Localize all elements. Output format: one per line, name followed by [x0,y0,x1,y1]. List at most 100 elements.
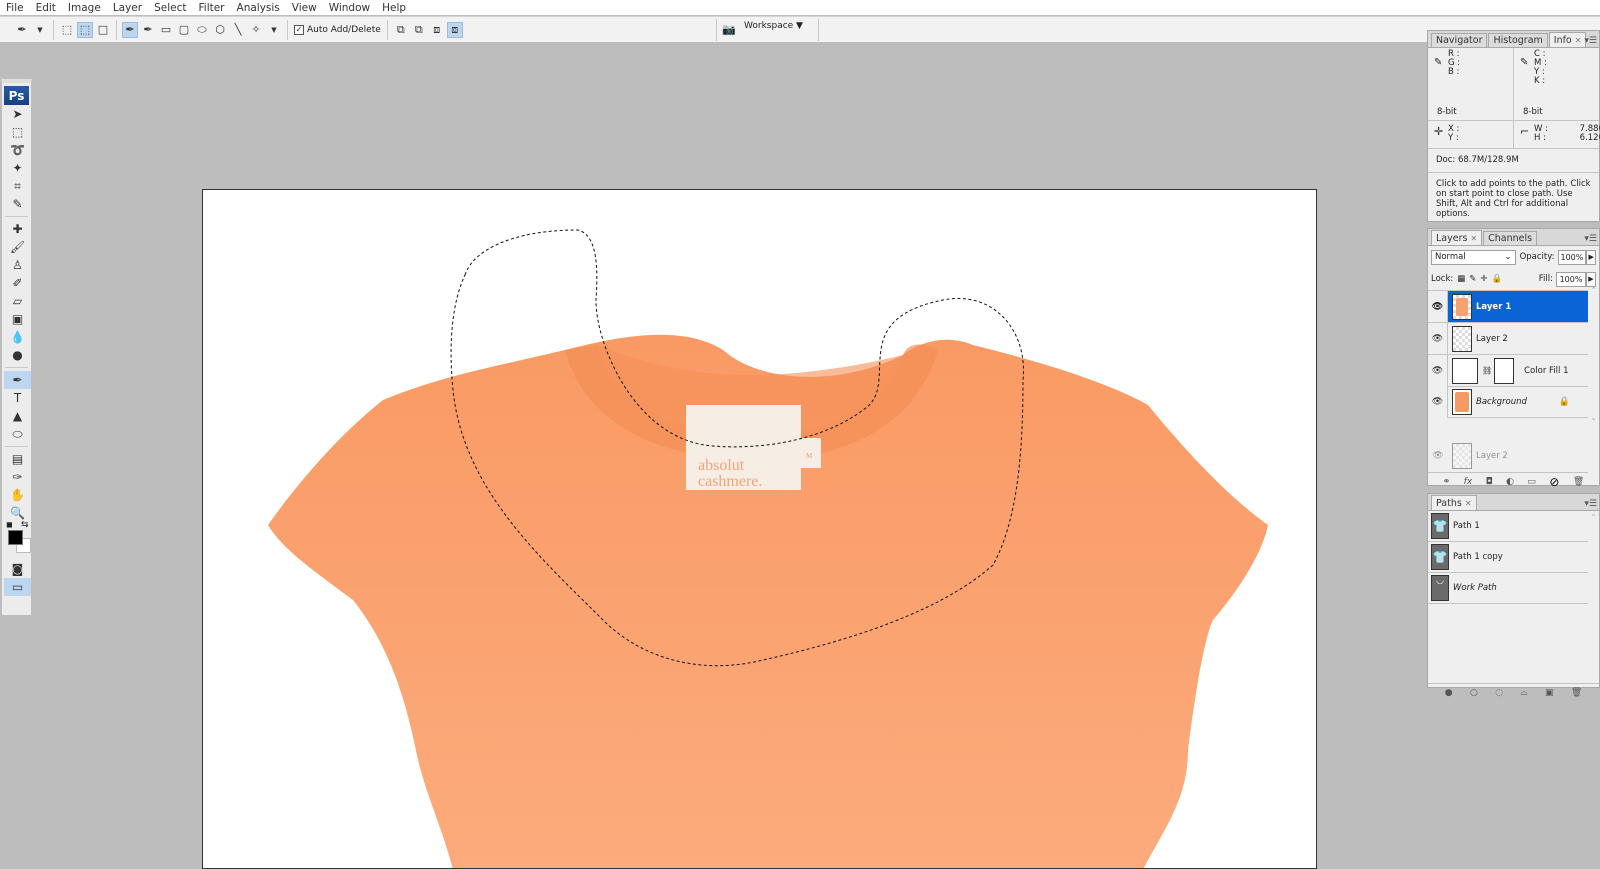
menu-select[interactable]: Select [148,2,192,14]
magic-wand-tool-icon[interactable]: ✦ [4,159,31,177]
opacity-input[interactable]: 100% [1557,249,1587,265]
shape-layers-icon[interactable]: ⬚ [59,22,75,38]
healing-brush-tool-icon[interactable]: ✚ [4,220,31,238]
bridge-icon[interactable]: 📷 [722,23,736,36]
layer-row-color-fill-1[interactable]: 👁 ⛓ Color Fill 1 [1428,354,1588,387]
workspace-button[interactable]: Workspace ▼ [744,21,803,31]
close-icon[interactable]: ✕ [1575,36,1582,45]
polygon-icon[interactable]: ⬡ [212,22,228,38]
crop-tool-icon[interactable]: ⌗ [4,177,31,195]
add-to-path-area-icon[interactable]: ⧉ [393,22,409,38]
menu-analysis[interactable]: Analysis [231,2,286,14]
adjustment-layer-icon[interactable]: ◐ [1506,477,1514,487]
blur-tool-icon[interactable]: 💧 [4,328,31,346]
load-as-selection-icon[interactable]: ◌ [1495,688,1503,698]
menu-view[interactable]: View [286,2,323,14]
add-mask-icon[interactable]: ◘ [1486,477,1493,487]
panel-menu-icon[interactable]: ▾☰ [1584,499,1597,509]
lock-all-icon[interactable]: 🔒 [1492,274,1503,284]
fill-slider-button[interactable]: ▶ [1586,271,1596,287]
new-group-icon[interactable]: ▭ [1527,477,1536,487]
line-icon[interactable]: ╲ [230,22,246,38]
photoshop-logo[interactable]: Ps [4,86,29,105]
menu-layer[interactable]: Layer [107,2,148,14]
lock-position-icon[interactable]: ✛ [1480,274,1487,284]
tab-layers[interactable]: Layers ✕ [1431,230,1483,245]
pen-tool-icon[interactable]: ✒ [4,371,31,389]
close-icon[interactable]: ✕ [1465,499,1472,508]
rounded-rectangle-icon[interactable]: ▢ [176,22,192,38]
menu-window[interactable]: Window [323,2,376,14]
checkbox-check-icon[interactable]: ✓ [294,24,304,35]
menu-file[interactable]: File [0,2,30,14]
menu-image[interactable]: Image [62,2,107,14]
visibility-eye-icon[interactable]: 👁 [1428,354,1448,387]
tab-channels[interactable]: Channels [1483,231,1538,245]
mask-link-icon[interactable]: ⛓ [1482,366,1492,375]
marquee-tool-icon[interactable]: ⬚ [4,123,31,141]
brush-tool-icon[interactable]: 🖌 [4,238,31,256]
new-path-icon[interactable]: ▣ [1545,688,1554,698]
layer-style-icon[interactable]: fx [1464,477,1473,487]
rectangle-icon[interactable]: ▭ [158,22,174,38]
pen-icon[interactable]: ✒ [122,21,138,38]
swap-colors-icon[interactable]: ⇆ [21,520,29,530]
blend-mode-dropdown[interactable]: Normal ⌄ [1431,249,1516,265]
clone-stamp-tool-icon[interactable]: ♙ [4,256,31,274]
layer-row-background[interactable]: 👁 Background 🔒 [1428,386,1588,418]
layer-row-layer-1[interactable]: 👁 Layer 1 [1428,290,1588,323]
freeform-pen-icon[interactable]: ✒ [140,22,156,38]
tab-navigator[interactable]: Navigator [1431,33,1488,47]
link-layers-icon[interactable]: ⚭ [1443,477,1451,487]
subtract-path-area-icon[interactable]: ⧉ [411,22,427,38]
paths-scrollbar[interactable]: ⌃ [1588,513,1599,685]
tab-histogram[interactable]: Histogram [1488,33,1548,47]
path-row-work-path[interactable]: ◡ Work Path [1428,573,1588,604]
history-brush-tool-icon[interactable]: ✐ [4,274,31,292]
visibility-eye-icon[interactable]: 👁 [1428,386,1448,418]
fill-input[interactable]: 100% [1556,271,1586,287]
delete-path-icon[interactable]: 🗑 [1571,688,1582,698]
document-canvas[interactable]: absolut cashmere. M [202,189,1317,869]
dodge-tool-icon[interactable]: ● [4,346,31,364]
paths-mode-icon[interactable]: ⬚ [77,21,93,38]
lasso-tool-icon[interactable]: ➰ [4,141,31,159]
custom-shape-icon[interactable]: ✧ [248,22,264,38]
screen-mode-icon[interactable]: ▭ [4,578,31,596]
opacity-slider-button[interactable]: ▶ [1586,249,1596,265]
menu-filter[interactable]: Filter [193,2,231,14]
ellipse-icon[interactable]: ⬭ [194,22,210,38]
gradient-tool-icon[interactable]: ▣ [4,310,31,328]
intersect-path-area-icon[interactable]: ⧈ [429,22,445,38]
hand-tool-icon[interactable]: ✋ [4,486,31,504]
visibility-eye-icon[interactable]: 👁 [1428,322,1448,355]
panel-menu-icon[interactable]: ▾☰ [1584,234,1597,244]
menu-edit[interactable]: Edit [30,2,62,14]
auto-add-delete-checkbox[interactable]: ✓ Auto Add/Delete [294,24,381,35]
eyedropper-tool-icon[interactable]: ✑ [4,468,31,486]
move-tool-icon[interactable]: ➤ [4,105,31,123]
delete-layer-icon[interactable]: 🗑 [1573,477,1584,487]
eyedropper-slice-tool-icon[interactable]: ✎ [4,195,31,213]
fill-pixels-icon[interactable]: □ [95,22,111,38]
layer-row-layer-2[interactable]: 👁 Layer 2 [1428,322,1588,355]
preset-dropdown-icon[interactable]: ▼ [32,22,48,38]
pen-tool-preset-icon[interactable]: ✒ [14,22,30,38]
lock-transparency-icon[interactable]: ▦ [1457,274,1465,284]
make-work-path-icon[interactable]: ⌓ [1520,688,1527,698]
close-icon[interactable]: ✕ [1470,234,1477,243]
path-selection-tool-icon[interactable]: ▲ [4,407,31,425]
type-tool-icon[interactable]: T [4,389,31,407]
default-colors-icon[interactable]: ◼ [6,520,13,529]
panel-menu-icon[interactable]: ▾☰ [1584,36,1597,46]
fill-path-icon[interactable]: ● [1445,688,1453,698]
eraser-tool-icon[interactable]: ▱ [4,292,31,310]
shape-tool-icon[interactable]: ⬭ [4,425,31,443]
lock-image-icon[interactable]: ✎ [1469,274,1476,284]
visibility-eye-icon[interactable]: 👁 [1428,290,1448,323]
layers-scrollbar[interactable]: ⌃ ⌄ [1588,286,1599,469]
notes-tool-icon[interactable]: ▤ [4,450,31,468]
path-row-path-1-copy[interactable]: 👕 Path 1 copy [1428,542,1588,573]
path-row-path-1[interactable]: 👕 Path 1 [1428,511,1588,542]
custom-shape-dropdown-icon[interactable]: ▼ [266,22,282,38]
